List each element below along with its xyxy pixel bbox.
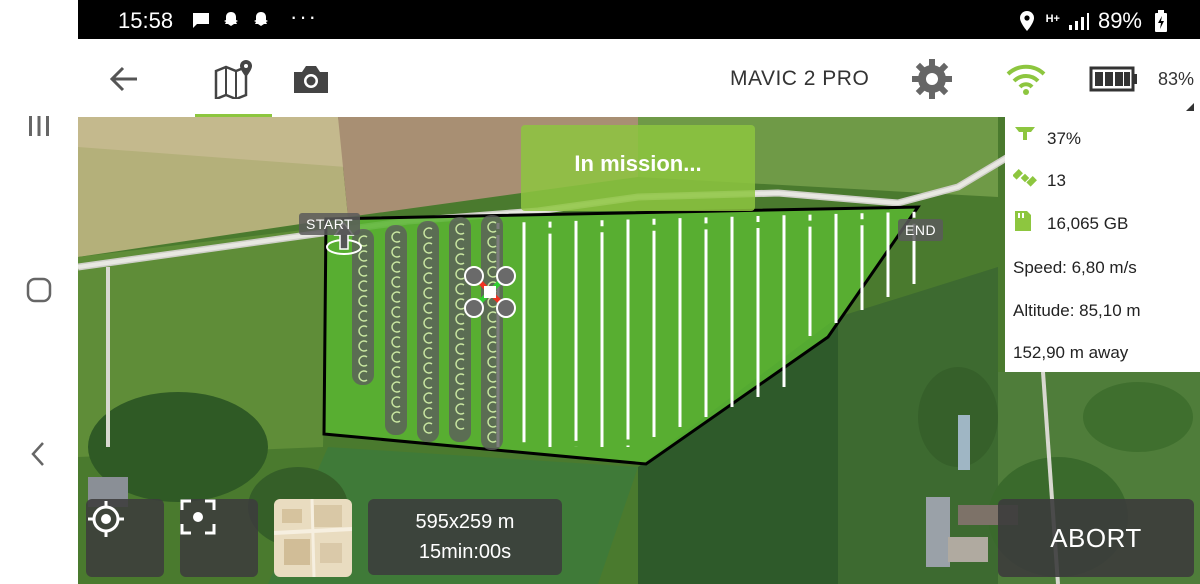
system-icons: H+ 89%	[1016, 8, 1172, 34]
flown-column	[481, 215, 503, 450]
drone-battery	[1088, 57, 1140, 101]
message-icon	[190, 9, 212, 31]
arrow-left-icon	[109, 66, 137, 92]
back-button[interactable]	[102, 57, 146, 101]
mission-status-banner: In mission...	[521, 125, 755, 211]
start-label: START	[299, 213, 361, 235]
crosshair-icon	[88, 501, 124, 537]
status-bar: 15:58 ··· H+ 89%	[78, 0, 1200, 39]
back-chevron-icon	[31, 442, 44, 466]
altitude-row: Altitude: 85,10 m	[1013, 296, 1141, 326]
signal-icon	[1068, 10, 1090, 32]
satellites-row: 13	[1013, 166, 1066, 196]
battery-charging-icon	[1150, 10, 1172, 32]
app-toolbar: MAVIC 2 PRO 83%	[78, 39, 1200, 117]
map-view[interactable]: In mission... START END 37% 13 16,065 GB…	[78, 117, 1200, 584]
snapchat-icon	[250, 9, 272, 31]
map-thumbnail-icon	[274, 499, 352, 577]
gimbal-icon	[1013, 126, 1039, 152]
focus-frame-icon	[180, 499, 216, 535]
map-pin-icon	[214, 60, 252, 99]
tab-camera[interactable]	[289, 57, 333, 101]
storage-row: 16,065 GB	[1013, 209, 1128, 239]
more-dots-icon: ···	[290, 4, 318, 29]
sd-card-icon	[1013, 211, 1039, 237]
storage-value: 16,065 GB	[1047, 214, 1129, 233]
telemetry-panel: 37% 13 16,065 GB Speed: 6,80 m/s Altitud…	[1005, 117, 1200, 372]
altitude-value: Altitude: 85,10 m	[1013, 301, 1141, 320]
focus-area-button[interactable]	[180, 499, 258, 577]
mission-summary: 595x259 m 15min:00s	[368, 499, 562, 575]
back-nav-button[interactable]	[0, 424, 78, 484]
map-type-toggle[interactable]	[274, 499, 352, 577]
location-icon	[1016, 10, 1038, 32]
snapchat-icon	[220, 9, 242, 31]
mission-duration: 15min:00s	[418, 541, 512, 563]
locate-drone-button[interactable]	[86, 499, 164, 577]
drone-battery-percent: 83%	[1158, 69, 1195, 89]
gimbal-value: 37%	[1047, 129, 1082, 148]
flown-column	[417, 221, 439, 442]
status-battery-text: 89%	[1097, 8, 1142, 33]
expand-corner-icon[interactable]	[1186, 103, 1194, 111]
end-label: END	[898, 219, 944, 241]
battery-icon	[1089, 66, 1137, 92]
drone-model-label: MAVIC 2 PRO	[730, 67, 870, 90]
speed-row: Speed: 6,80 m/s	[1013, 253, 1137, 283]
gear-icon	[912, 59, 952, 99]
abort-button[interactable]: ABORT	[998, 499, 1194, 577]
network-type: H+	[1045, 12, 1060, 25]
distance-row: 152,90 m away	[1013, 338, 1128, 368]
recent-apps-button[interactable]	[0, 96, 78, 156]
distance-value: 152,90 m away	[1013, 343, 1129, 362]
connection-status[interactable]	[1004, 57, 1048, 101]
android-nav-bar	[0, 0, 78, 584]
wifi-icon	[1006, 64, 1046, 95]
recent-apps-icon	[29, 116, 49, 136]
satellites-value: 13	[1047, 171, 1066, 190]
home-icon	[26, 277, 52, 303]
gimbal-row: 37%	[1013, 124, 1081, 154]
camera-icon	[294, 66, 328, 93]
tab-map[interactable]	[212, 57, 256, 101]
area-dimensions: 595x259 m	[415, 511, 515, 533]
speed-value: Speed: 6,80 m/s	[1013, 258, 1137, 277]
status-time: 15:58	[118, 8, 174, 33]
home-button[interactable]	[0, 260, 78, 320]
settings-button[interactable]	[910, 57, 954, 101]
notification-icons: ···	[190, 4, 318, 31]
satellite-icon	[1013, 168, 1039, 194]
